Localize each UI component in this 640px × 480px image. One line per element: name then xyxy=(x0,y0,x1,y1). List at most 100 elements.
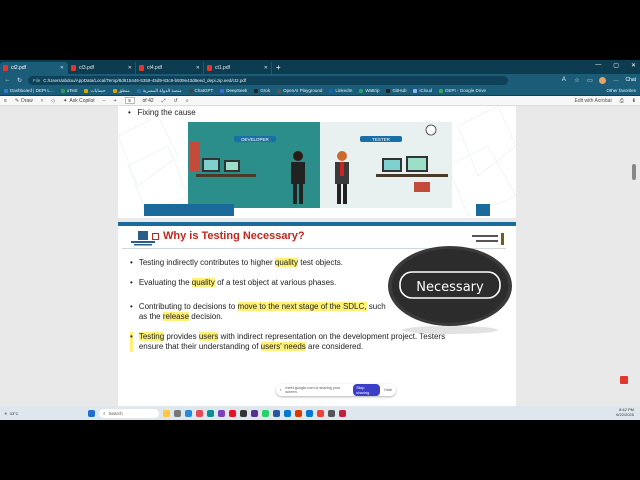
highlight-icon[interactable]: ▿ xyxy=(41,98,44,104)
app-icon[interactable] xyxy=(328,409,335,417)
bookmark-item[interactable]: DeepSeek xyxy=(220,88,247,93)
text-run: Testing indirectly contributes to higher xyxy=(138,258,275,267)
close-window-icon[interactable]: ✕ xyxy=(631,62,636,69)
text-run: decision. xyxy=(189,312,223,321)
app-icon[interactable] xyxy=(196,409,203,417)
edit-with-acrobat-button[interactable]: Edit with Acrobat xyxy=(575,98,612,104)
bookmark-item[interactable]: DEPI - Google Drive xyxy=(439,88,486,93)
avatar[interactable] xyxy=(599,76,607,84)
collections-icon[interactable]: ▭ xyxy=(586,77,593,84)
other-favorites[interactable]: Other favorites xyxy=(606,88,636,93)
url-field[interactable]: File C:/Users/abdou/AppData/Local/Temp/8… xyxy=(28,75,508,85)
visual-studio-icon[interactable] xyxy=(251,409,258,417)
clock-date: 6/22/2025 xyxy=(616,412,634,417)
menu-icon[interactable]: ≡ xyxy=(4,98,7,104)
chrome-icon[interactable] xyxy=(317,409,324,417)
hide-button[interactable]: Hide xyxy=(384,388,392,392)
pdf-page: • Fixing the cause DEVELOPER TESTER xyxy=(118,106,516,218)
windows-start-icon[interactable] xyxy=(88,409,95,417)
tab[interactable]: ct3.pdf ✕ xyxy=(68,62,136,74)
bullet-item: • Testing provides users with indirect re… xyxy=(130,332,460,352)
fit-page-icon[interactable]: ⤢ xyxy=(162,98,166,104)
bookmark-label: Wattrip xyxy=(365,88,380,93)
word-icon[interactable] xyxy=(273,409,280,417)
minimize-icon[interactable]: — xyxy=(595,62,601,69)
maximize-icon[interactable]: ▢ xyxy=(613,62,619,69)
bookmark-label: Grok xyxy=(260,88,271,93)
read-aloud-icon[interactable]: A xyxy=(560,77,567,83)
weather-icon: ☀ xyxy=(4,410,8,416)
edge-icon[interactable] xyxy=(207,409,214,417)
outlook-icon[interactable] xyxy=(306,409,313,417)
tab-label: ct1.pdf xyxy=(215,65,231,71)
pdf-icon xyxy=(139,65,144,71)
more-icon[interactable]: … xyxy=(612,77,619,83)
bookmark-icon xyxy=(413,88,418,93)
scrollbar[interactable] xyxy=(630,106,638,406)
bookmark-item[interactable]: uTest xyxy=(60,88,77,93)
highlighted-text: users xyxy=(198,332,219,341)
footer-bar-left xyxy=(144,204,234,216)
bullet-text: • Fixing the cause xyxy=(128,108,196,117)
close-icon[interactable]: ✕ xyxy=(60,65,64,71)
system-clock[interactable]: 8:42 PM 6/22/2025 xyxy=(616,407,634,417)
back-icon[interactable]: ← xyxy=(4,77,11,83)
refresh-icon[interactable]: ↻ xyxy=(16,77,23,84)
widgets-icon[interactable] xyxy=(185,409,192,417)
tab-label: ct2.pdf xyxy=(11,65,27,71)
bookmark-label: Dashboard | DEPI L... xyxy=(10,88,54,93)
pdf-page: Why is Testing Necessary? • Testing indir… xyxy=(118,222,516,406)
search-icon[interactable]: ⌕ xyxy=(186,98,189,104)
rotate-icon[interactable]: ↺ xyxy=(174,98,178,104)
tab[interactable]: ct2.pdf ✕ xyxy=(0,62,68,74)
draw-button[interactable]: ✎ Draw xyxy=(15,98,33,104)
app-icon[interactable] xyxy=(218,409,225,417)
weather-widget[interactable]: ☀ 33°C xyxy=(4,411,84,416)
app-icon[interactable] xyxy=(240,409,247,417)
app-icon[interactable] xyxy=(339,409,346,417)
vscode-icon[interactable] xyxy=(284,409,291,417)
bookmark-item[interactable]: منطق xyxy=(112,87,130,94)
erase-icon[interactable]: ◇ xyxy=(51,98,55,104)
bookmark-item[interactable]: GitHub xyxy=(386,88,406,93)
ask-copilot-button[interactable]: ✦ Ask Copilot xyxy=(63,98,95,104)
task-view-icon[interactable] xyxy=(174,409,181,417)
close-icon[interactable]: ✕ xyxy=(264,65,268,71)
save-icon[interactable]: ⬇ xyxy=(632,98,636,104)
stop-sharing-button[interactable]: Stop sharing xyxy=(353,384,381,396)
print-icon[interactable]: ⎙ xyxy=(620,98,624,104)
bookmark-item[interactable]: iCloud xyxy=(413,88,432,93)
close-icon[interactable]: ✕ xyxy=(128,65,132,71)
close-icon[interactable]: ✕ xyxy=(196,65,200,71)
taskbar-search[interactable]: ⌕ Search xyxy=(99,408,159,418)
new-tab-button[interactable]: + xyxy=(276,63,281,72)
powerpoint-icon[interactable] xyxy=(295,409,302,417)
favorite-icon[interactable]: ☆ xyxy=(573,77,580,84)
bookmark-item[interactable]: Wattrip xyxy=(359,88,379,93)
bookmark-item[interactable]: OpenAI Playground xyxy=(277,88,322,93)
bookmark-item[interactable]: Grok xyxy=(254,88,270,93)
copilot-button[interactable]: Chat xyxy=(625,77,636,83)
text-run: test objects. xyxy=(298,258,343,267)
youtube-icon[interactable] xyxy=(229,409,236,417)
bookmark-label: منطق xyxy=(118,87,130,93)
whatsapp-icon[interactable] xyxy=(262,409,269,417)
tab[interactable]: ct4.pdf ✕ xyxy=(136,62,204,74)
zoom-out-icon[interactable]: − xyxy=(103,98,106,104)
scrollbar-thumb[interactable] xyxy=(632,164,636,180)
necessary-bubble-graphic: Necessary xyxy=(388,246,512,334)
window-controls: — ▢ ✕ xyxy=(595,62,636,69)
tab[interactable]: ct1.pdf ✕ xyxy=(204,62,272,74)
bookmark-item[interactable]: LinkedIn xyxy=(329,88,352,93)
bookmark-item[interactable]: حسابات xyxy=(84,88,106,94)
address-bar: ← ↻ File C:/Users/abdou/AppData/Local/Te… xyxy=(0,74,640,86)
highlighted-text: move to the next stage of the SDLC, xyxy=(237,302,367,311)
bookmark-item[interactable]: ChatGPT xyxy=(188,88,213,93)
acrobat-floating-icon[interactable] xyxy=(620,376,628,384)
zoom-in-icon[interactable]: + xyxy=(114,98,117,104)
bookmark-item[interactable]: Dashboard | DEPI L... xyxy=(4,88,54,93)
search-icon: ⌕ xyxy=(103,410,106,416)
bookmark-item[interactable]: منصة الدولة المصرية xyxy=(136,88,182,94)
page-number-input[interactable]: 9 xyxy=(124,97,135,104)
file-explorer-icon[interactable] xyxy=(163,409,170,417)
